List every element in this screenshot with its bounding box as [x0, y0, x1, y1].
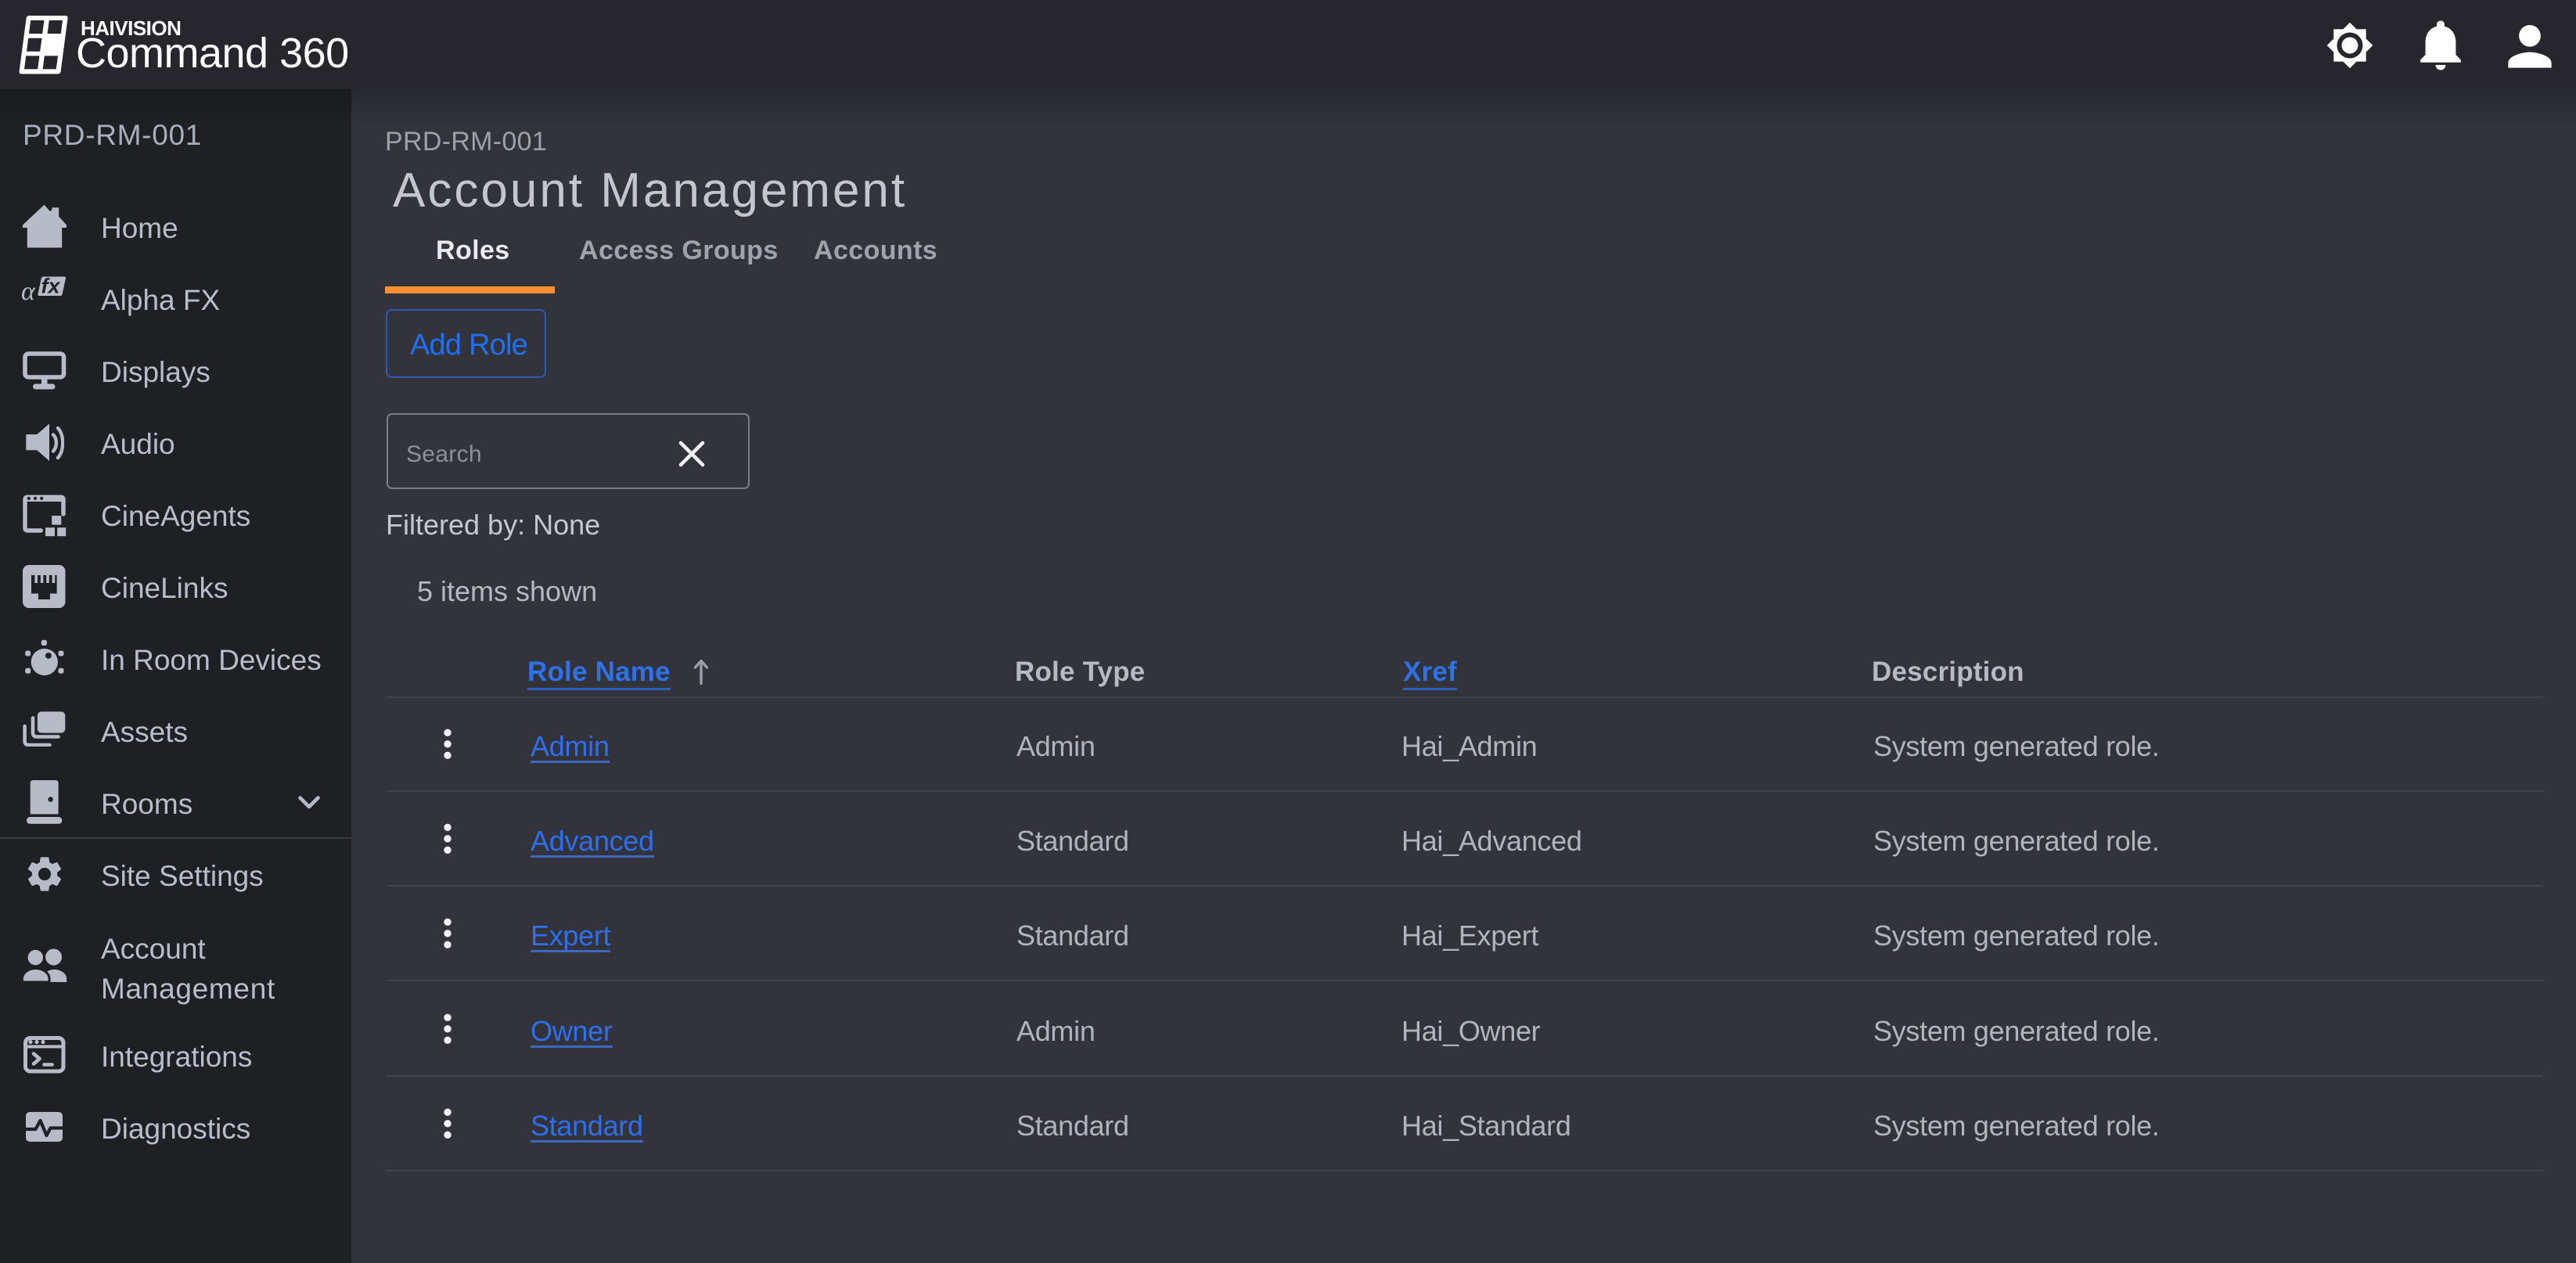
- svg-text:α: α: [22, 277, 36, 301]
- svg-text:fx: fx: [41, 275, 61, 298]
